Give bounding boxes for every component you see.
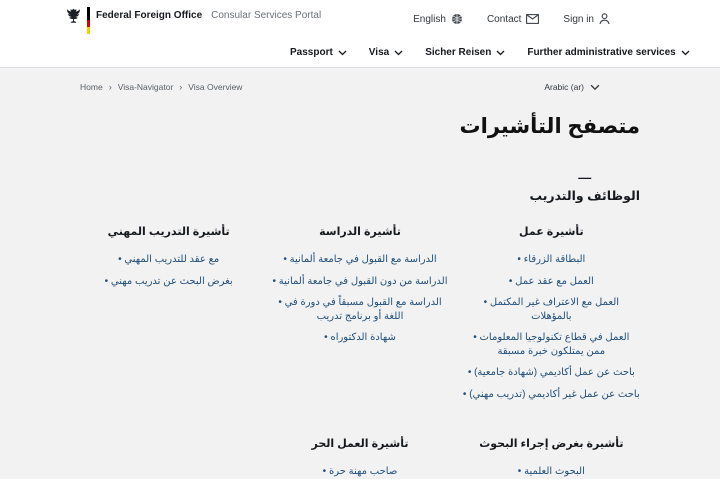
section-empty bbox=[80, 437, 257, 480]
section-title: تأشيرة العمل الحر bbox=[311, 438, 409, 450]
breadcrumb-item: › Visa Overview bbox=[173, 82, 242, 92]
visa-option-link[interactable]: العمل في قطاع تكنولوجيا المعلومات ممن يم… bbox=[480, 332, 630, 357]
section-title: تأشيرة التدريب المهني bbox=[107, 226, 230, 238]
visa-sections-row-1: تأشيرة عمل البطاقة الزرقاء العمل مع عقد … bbox=[80, 225, 640, 409]
visa-option-link[interactable]: العمل مع الاعتراف غير المكتمل بالمؤهلات bbox=[490, 297, 619, 322]
visa-link-list: البحوث العلمية شهادة الدكتوراه البطاقة ا… bbox=[463, 465, 640, 480]
page-language-selector[interactable]: Arabic (ar) bbox=[544, 82, 640, 92]
list-item: باحث عن عمل غير أكاديمي (تدريب مهني) bbox=[463, 388, 640, 402]
german-flag-stripe bbox=[87, 7, 90, 34]
visa-option-link[interactable]: الدراسة مع القبول في جامعة ألمانية bbox=[290, 254, 437, 265]
header-actions: English Contact Sign in bbox=[413, 13, 610, 25]
visa-link-list: صاحب مهنة حرة تأسيس عمل bbox=[271, 465, 448, 480]
visa-sections-row-2: تأشيرة بغرض إجراء البحوث البحوث العلمية … bbox=[80, 437, 640, 480]
nav-item-label: Further administrative services bbox=[527, 47, 676, 58]
chevron-down-icon bbox=[394, 50, 403, 56]
nav-item-label: Visa bbox=[368, 47, 390, 58]
chevron-down-icon bbox=[496, 50, 505, 56]
visa-link-list: البطاقة الزرقاء العمل مع عقد عمل العمل م… bbox=[463, 253, 640, 401]
visa-option-link[interactable]: البطاقة الزرقاء bbox=[524, 254, 586, 265]
federal-eagle-icon bbox=[67, 8, 80, 23]
list-item: البحوث العلمية bbox=[463, 465, 640, 479]
page-language-label: Arabic (ar) bbox=[544, 82, 584, 92]
brand-title: Federal Foreign Office bbox=[96, 10, 203, 21]
breadcrumb-separator-icon: › bbox=[108, 82, 112, 92]
chevron-down-icon bbox=[681, 50, 690, 56]
list-item: العمل في قطاع تكنولوجيا المعلومات ممن يم… bbox=[463, 331, 640, 358]
section-title: تأشيرة عمل bbox=[519, 226, 584, 238]
list-item: الدراسة مع القبول مسبقاً في دورة في اللغ… bbox=[271, 296, 448, 323]
breadcrumb-link[interactable]: Visa Overview bbox=[188, 82, 242, 92]
list-item: الدراسة من دون القبول في جامعة ألمانية bbox=[271, 275, 448, 289]
top-header: Federal Foreign Office Consular Services… bbox=[0, 0, 720, 38]
list-item: بغرض البحث عن تدريب مهني bbox=[80, 275, 257, 289]
nav-item-label: Sicher Reisen bbox=[425, 47, 492, 58]
section-divider: — bbox=[578, 170, 592, 185]
section-group-title: الوظائف والتدريب bbox=[529, 189, 640, 203]
brand-subtitle: Consular Services Portal bbox=[211, 10, 322, 21]
person-icon bbox=[599, 13, 610, 25]
list-item: صاحب مهنة حرة bbox=[271, 465, 448, 479]
page-title: متصفح التأشيرات bbox=[459, 115, 640, 138]
globe-icon bbox=[451, 14, 462, 24]
mail-icon bbox=[526, 14, 540, 24]
nav-item[interactable]: Visa bbox=[369, 47, 403, 58]
list-item: البطاقة الزرقاء bbox=[463, 253, 640, 267]
section-research-visa: تأشيرة بغرض إجراء البحوث البحوث العلمية … bbox=[463, 437, 640, 480]
section-group-header: — الوظائف والتدريب bbox=[529, 171, 640, 203]
visa-option-link[interactable]: الدراسة مع القبول مسبقاً في دورة في اللغ… bbox=[285, 297, 442, 322]
sign-in-button[interactable]: Sign in bbox=[563, 13, 610, 25]
breadcrumb-separator-icon: › bbox=[179, 82, 183, 92]
chevron-down-icon bbox=[590, 84, 600, 90]
visa-option-link[interactable]: مع عقد للتدريب المهني bbox=[124, 254, 219, 265]
nav-item-label: Passport bbox=[290, 47, 333, 58]
brand-logo[interactable]: Federal Foreign Office Consular Services… bbox=[66, 4, 321, 34]
section-title: تأشيرة بغرض إجراء البحوث bbox=[479, 438, 624, 450]
list-item: العمل مع عقد عمل bbox=[463, 275, 640, 289]
visa-option-link[interactable]: صاحب مهنة حرة bbox=[329, 466, 397, 477]
chevron-down-icon bbox=[338, 50, 347, 56]
visa-option-link[interactable]: باحث عن عمل غير أكاديمي (تدريب مهني) bbox=[469, 389, 640, 400]
list-item: مع عقد للتدريب المهني bbox=[80, 253, 257, 267]
content-area: › Home › Visa-Navigator › Visa Overview … bbox=[0, 68, 720, 479]
main-navigation: Passport Visa Sicher Reisen Further admi… bbox=[0, 38, 720, 68]
visa-option-link[interactable]: بغرض البحث عن تدريب مهني bbox=[111, 276, 233, 287]
section-study-visa: تأشيرة الدراسة الدراسة مع القبول في جامع… bbox=[271, 225, 448, 409]
section-title: تأشيرة الدراسة bbox=[319, 226, 401, 238]
breadcrumb-link[interactable]: Home bbox=[80, 82, 103, 92]
contact-link[interactable]: Contact bbox=[486, 13, 540, 25]
breadcrumb-item: › Home bbox=[80, 82, 103, 92]
visa-navigator-main: متصفح التأشيرات — الوظائف والتدريب تأشير… bbox=[80, 114, 640, 480]
list-item: العمل مع الاعتراف غير المكتمل بالمؤهلات bbox=[463, 296, 640, 323]
visa-option-link[interactable]: باحث عن عمل أكاديمي (شهادة جامعية) bbox=[474, 367, 635, 378]
sign-in-label: Sign in bbox=[563, 13, 594, 25]
language-switch-label: English bbox=[413, 13, 446, 25]
nav-item[interactable]: Passport bbox=[290, 47, 347, 58]
nav-item[interactable]: Further administrative services bbox=[527, 47, 690, 58]
visa-option-link[interactable]: البحوث العلمية bbox=[524, 466, 585, 477]
section-freelance-visa: تأشيرة العمل الحر صاحب مهنة حرة تأسيس عم… bbox=[271, 437, 448, 480]
list-item: شهادة الدكتوراه bbox=[271, 331, 448, 345]
list-item: الدراسة مع القبول في جامعة ألمانية bbox=[271, 253, 448, 267]
visa-option-link[interactable]: العمل مع عقد عمل bbox=[515, 276, 594, 287]
section-work-visa: تأشيرة عمل البطاقة الزرقاء العمل مع عقد … bbox=[463, 225, 640, 409]
breadcrumb-link[interactable]: Visa-Navigator bbox=[118, 82, 174, 92]
breadcrumb: › Home › Visa-Navigator › Visa Overview bbox=[80, 82, 242, 92]
visa-link-list: الدراسة مع القبول في جامعة ألمانية الدرا… bbox=[271, 253, 448, 345]
contact-label: Contact bbox=[486, 13, 522, 25]
language-switch-english[interactable]: English bbox=[413, 13, 463, 25]
nav-item[interactable]: Sicher Reisen bbox=[425, 47, 505, 58]
list-item: باحث عن عمل أكاديمي (شهادة جامعية) bbox=[463, 366, 640, 380]
visa-option-link[interactable]: شهادة الدكتوراه bbox=[330, 332, 395, 343]
visa-link-list: مع عقد للتدريب المهني بغرض البحث عن تدري… bbox=[80, 253, 257, 288]
section-vocational-training-visa: تأشيرة التدريب المهني مع عقد للتدريب الم… bbox=[80, 225, 257, 409]
visa-option-link[interactable]: الدراسة من دون القبول في جامعة ألمانية bbox=[279, 276, 448, 287]
breadcrumb-item: › Visa-Navigator bbox=[103, 82, 174, 92]
